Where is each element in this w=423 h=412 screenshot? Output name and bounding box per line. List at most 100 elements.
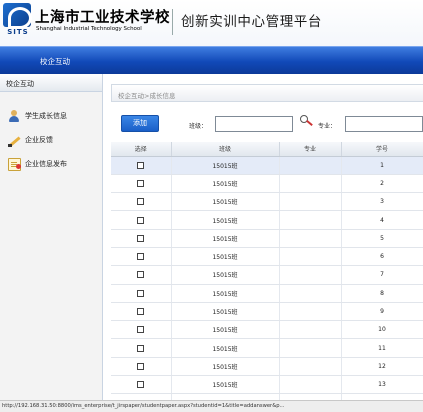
document-icon — [8, 157, 21, 171]
row-select-cell — [111, 174, 172, 194]
row-checkbox[interactable] — [137, 253, 145, 261]
pencil-icon — [8, 134, 21, 147]
table-row[interactable]: 15015班 1 — [111, 156, 423, 175]
row-select-cell — [111, 265, 172, 285]
class-filter-input[interactable] — [215, 116, 293, 132]
column-header-class[interactable]: 班级 — [171, 142, 280, 157]
table-row[interactable]: 15015班 12 — [111, 357, 423, 377]
cell-class: 15015班 — [171, 265, 280, 285]
row-checkbox[interactable] — [137, 344, 145, 352]
logo-text: SITS — [7, 28, 29, 36]
sidebar-title: 校企互动 — [0, 74, 102, 92]
row-checkbox[interactable] — [137, 308, 145, 316]
row-select-cell — [111, 302, 172, 322]
cell-major — [279, 357, 342, 377]
cell-student-no: 8 — [341, 284, 423, 303]
cell-student-no: 13 — [341, 375, 423, 395]
cell-major — [279, 229, 342, 248]
platform-name: 创新实训中心管理平台 — [181, 14, 322, 30]
table-row[interactable]: 15015班 3 — [111, 192, 423, 212]
table-row[interactable]: 15015班 7 — [111, 265, 423, 285]
main-navbar: 校企互动 — [0, 46, 423, 74]
row-checkbox[interactable] — [137, 271, 145, 279]
table-row[interactable]: 15015班 4 — [111, 210, 423, 230]
cell-class: 15015班 — [171, 357, 280, 377]
row-select-cell — [111, 156, 172, 175]
browser-status-bar: http://192.168.31.50:8800/ims_enterprise… — [0, 400, 423, 412]
cell-major — [279, 192, 342, 212]
cell-student-no: 12 — [341, 357, 423, 377]
row-checkbox[interactable] — [137, 216, 145, 224]
sidebar-item-label: 企业反馈 — [25, 136, 53, 144]
row-checkbox[interactable] — [137, 381, 145, 389]
cell-student-no: 5 — [341, 229, 423, 248]
cell-class: 15015班 — [171, 174, 280, 194]
logo-mark-icon — [3, 3, 32, 29]
table-row[interactable]: 15015班 11 — [111, 338, 423, 358]
cell-class: 15015班 — [171, 302, 280, 322]
major-filter-label: 专业： — [318, 123, 337, 130]
column-header-major[interactable]: 专业 — [279, 142, 342, 157]
cell-student-no: 11 — [341, 338, 423, 358]
cell-major — [279, 320, 342, 340]
row-select-cell — [111, 357, 172, 377]
search-icon[interactable] — [300, 115, 312, 127]
column-header-select[interactable]: 选择 — [111, 142, 172, 157]
header: SITS 上海市工业技术学校 Shanghai Industrial Techn… — [0, 0, 423, 46]
table-row[interactable]: 15015班 10 — [111, 320, 423, 340]
row-select-cell — [111, 247, 172, 267]
sidebar-item-label: 企业信息发布 — [25, 160, 67, 168]
cell-major — [279, 284, 342, 303]
cell-class: 15015班 — [171, 192, 280, 212]
user-icon — [8, 109, 21, 123]
row-checkbox[interactable] — [137, 362, 145, 370]
cell-major — [279, 265, 342, 285]
major-filter-input[interactable] — [345, 116, 423, 132]
table-row[interactable]: 15015班 5 — [111, 229, 423, 248]
cell-major — [279, 338, 342, 358]
row-select-cell — [111, 338, 172, 358]
add-button[interactable]: 添加 — [121, 115, 159, 132]
row-checkbox[interactable] — [137, 161, 145, 169]
cell-student-no: 9 — [341, 302, 423, 322]
table-row[interactable]: 15015班 2 — [111, 174, 423, 194]
table-row[interactable]: 15015班 9 — [111, 302, 423, 322]
cell-class: 15015班 — [171, 320, 280, 340]
sidebar-item-student-growth[interactable]: 学生成长信息 — [8, 108, 67, 124]
table-row[interactable]: 15015班 13 — [111, 375, 423, 395]
row-select-cell — [111, 375, 172, 395]
row-select-cell — [111, 229, 172, 248]
sidebar: 校企互动 学生成长信息 企业反馈 企业信息发布 — [0, 74, 103, 400]
cell-student-no: 1 — [341, 156, 423, 175]
sidebar-item-enterprise-feedback[interactable]: 企业反馈 — [8, 132, 53, 148]
student-table: 选择 班级 专业 学号 15015班 1 15015班 2 15015班 3 15015班 4… — [111, 142, 423, 412]
table-header-row: 选择 班级 专业 学号 — [111, 142, 423, 157]
cell-major — [279, 302, 342, 322]
cell-major — [279, 210, 342, 230]
cell-major — [279, 375, 342, 395]
school-name-cn: 上海市工业技术学校 — [35, 9, 170, 26]
school-name-en: Shanghai Industrial Technology School — [36, 26, 142, 32]
row-checkbox[interactable] — [137, 289, 145, 297]
column-header-student-no[interactable]: 学号 — [341, 142, 423, 157]
breadcrumb: 校企互动>成长信息 — [111, 84, 423, 102]
table-row[interactable]: 15015班 6 — [111, 247, 423, 267]
main-content: 校企互动>成长信息 添加 班级： 专业： 选择 班级 专业 学号 15015班 1… — [106, 84, 423, 412]
filter-toolbar: 添加 班级： 专业： — [111, 109, 423, 135]
header-divider — [172, 9, 173, 35]
sidebar-item-enterprise-info[interactable]: 企业信息发布 — [8, 156, 67, 172]
cell-major — [279, 174, 342, 194]
row-select-cell — [111, 284, 172, 303]
nav-tab-school-enterprise[interactable]: 校企互动 — [40, 56, 70, 67]
cell-major — [279, 247, 342, 267]
cell-class: 15015班 — [171, 338, 280, 358]
table-row[interactable]: 15015班 8 — [111, 284, 423, 303]
cell-major — [279, 156, 342, 175]
row-select-cell — [111, 320, 172, 340]
cell-student-no: 6 — [341, 247, 423, 267]
row-checkbox[interactable] — [137, 234, 145, 242]
row-checkbox[interactable] — [137, 198, 145, 206]
row-checkbox[interactable] — [137, 179, 145, 187]
cell-student-no: 4 — [341, 210, 423, 230]
row-checkbox[interactable] — [137, 326, 145, 334]
